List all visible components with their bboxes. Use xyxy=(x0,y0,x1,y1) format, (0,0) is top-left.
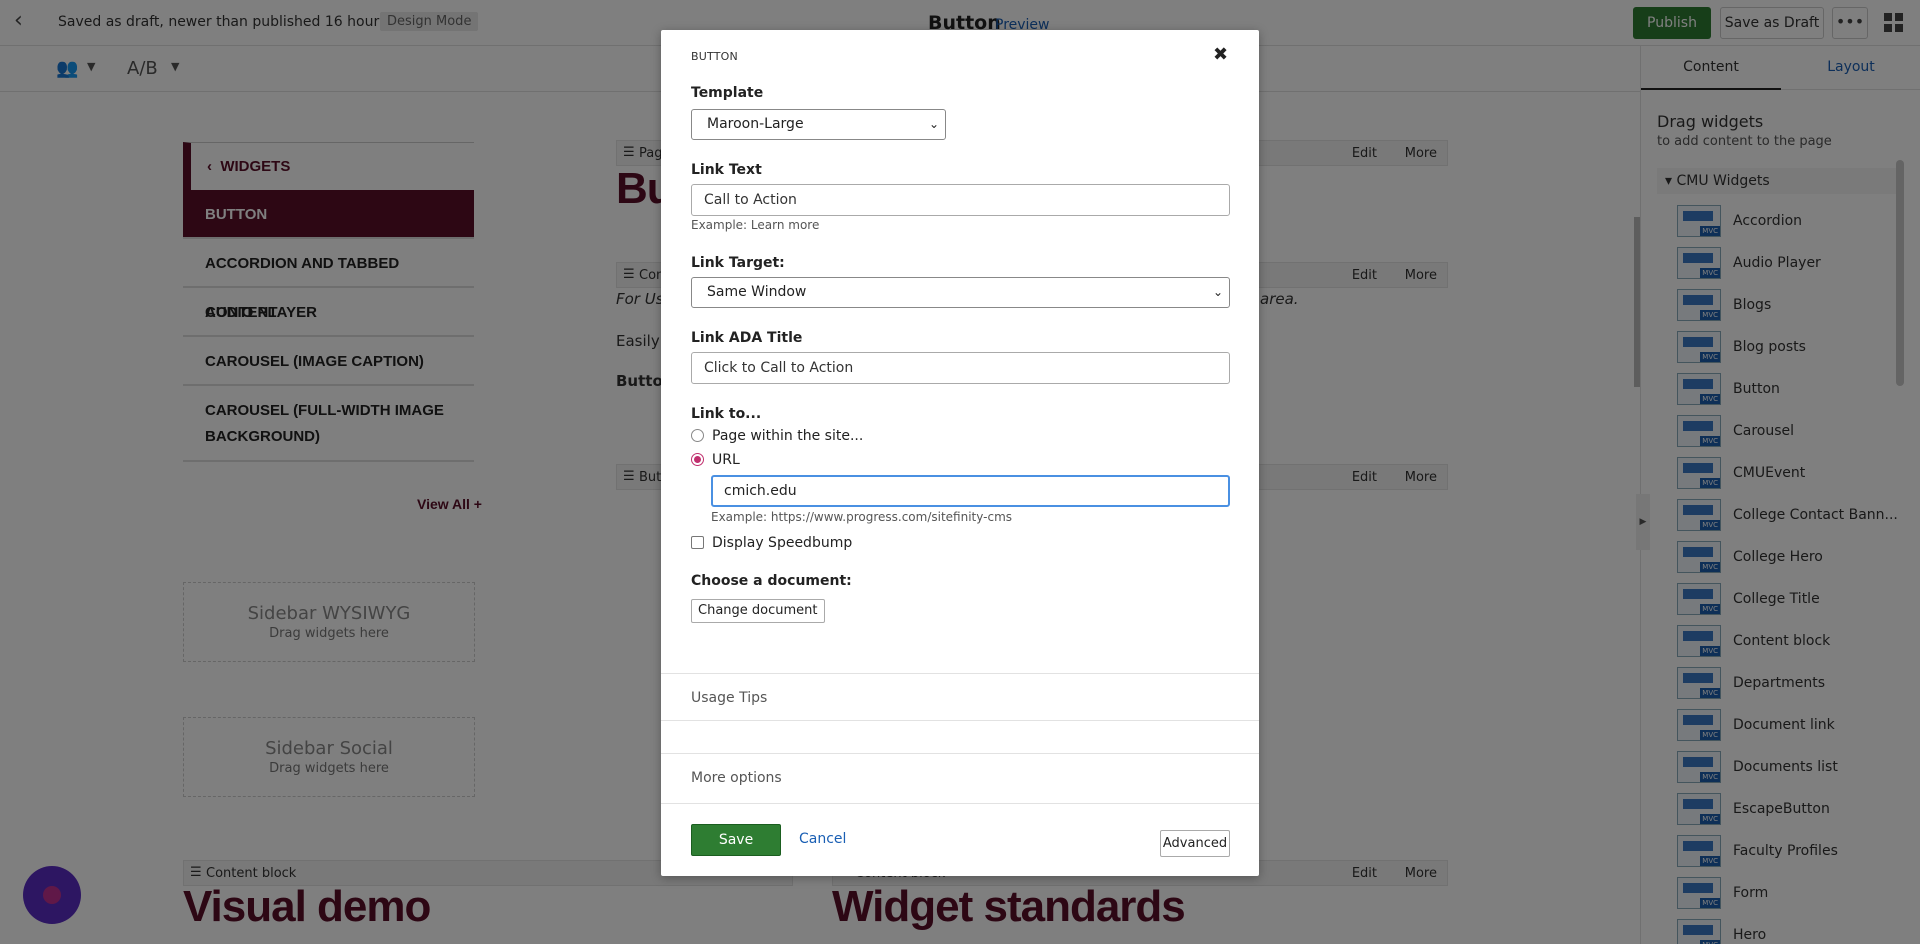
divider xyxy=(661,803,1259,804)
radio-label: Page within the site... xyxy=(712,428,864,444)
divider xyxy=(661,673,1259,674)
chevron-down-icon: ⌄ xyxy=(928,117,939,131)
speedbump-checkbox-row[interactable]: Display Speedbump xyxy=(691,535,852,551)
divider xyxy=(661,720,1259,721)
ada-title-label: Link ADA Title xyxy=(691,330,803,346)
link-text-hint: Example: Learn more xyxy=(691,218,820,232)
choose-document-label: Choose a document: xyxy=(691,573,852,589)
link-to-label: Link to... xyxy=(691,406,762,422)
dialog-title: BUTTON xyxy=(691,50,738,63)
usage-tips-toggle[interactable]: Usage Tips xyxy=(691,690,767,706)
link-text-label: Link Text xyxy=(691,162,762,178)
template-label: Template xyxy=(691,85,764,101)
more-options-toggle[interactable]: More options xyxy=(691,770,782,786)
change-document-button[interactable]: Change document xyxy=(691,599,825,623)
radio-page-within-site[interactable]: Page within the site... xyxy=(691,428,863,444)
speedbump-label: Display Speedbump xyxy=(712,535,853,551)
link-text-input[interactable]: Call to Action xyxy=(691,184,1230,216)
divider xyxy=(661,753,1259,754)
advanced-button[interactable]: Advanced xyxy=(1160,830,1230,857)
button-widget-dialog: BUTTON ✖ Template Maroon-Large ⌄ Link Te… xyxy=(661,30,1259,876)
close-icon[interactable]: ✖ xyxy=(1213,44,1228,65)
ada-title-input[interactable]: Click to Call to Action xyxy=(691,352,1230,384)
url-input[interactable]: cmich.edu xyxy=(711,475,1230,507)
radio-button[interactable] xyxy=(691,429,704,442)
link-target-value: Same Window xyxy=(707,284,807,300)
cancel-link[interactable]: Cancel xyxy=(799,831,846,847)
url-hint: Example: https://www.progress.com/sitefi… xyxy=(711,510,1013,524)
link-target-select[interactable]: Same Window ⌄ xyxy=(691,277,1230,308)
chevron-down-icon: ⌄ xyxy=(1212,285,1223,299)
radio-label: URL xyxy=(712,452,740,468)
radio-url[interactable]: URL xyxy=(691,452,740,468)
radio-button[interactable] xyxy=(691,453,704,466)
speedbump-checkbox[interactable] xyxy=(691,536,704,549)
template-value: Maroon-Large xyxy=(707,116,804,132)
template-select[interactable]: Maroon-Large ⌄ xyxy=(691,109,946,140)
save-button[interactable]: Save xyxy=(691,824,781,856)
link-target-label: Link Target: xyxy=(691,255,785,271)
